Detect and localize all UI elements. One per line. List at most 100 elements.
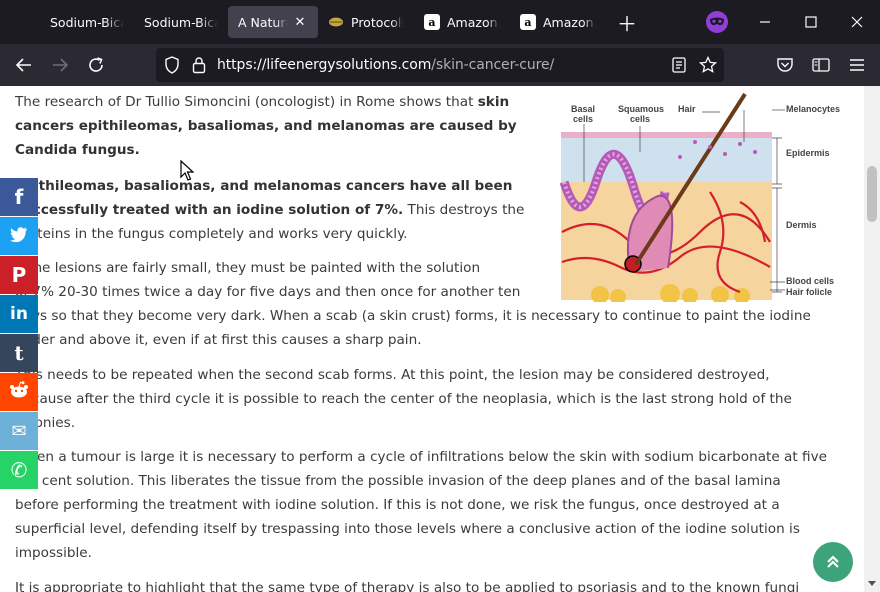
forward-arrow-icon[interactable]: [48, 53, 72, 77]
phone-icon: ✆: [10, 458, 28, 482]
maximize-icon[interactable]: [800, 11, 822, 33]
linkedin-share-button[interactable]: in: [0, 295, 38, 333]
paragraph-line: because after the third cycle it is poss…: [15, 391, 792, 407]
facebook-share-button[interactable]: f: [0, 178, 38, 216]
tab-sodium-bicarbonate-2[interactable]: Sodium-Bicar: [134, 6, 228, 38]
bold-text: Candida fungus.: [15, 142, 140, 158]
paragraph-line: cancers epithileomas, basaliomas, and me…: [15, 114, 555, 138]
label-melanocytes: Melanocytes: [786, 104, 840, 114]
bold-text: successfully treated with an iodine solu…: [15, 202, 404, 218]
pocket-icon[interactable]: [773, 53, 797, 77]
tab-amazon-2[interactable]: a Amazon.c: [510, 6, 606, 38]
paragraph-line: superficial level, defending itself by t…: [15, 521, 800, 537]
facebook-icon: f: [14, 185, 24, 209]
paragraph-2: Epithileomas, basaliomas, and melanomas …: [15, 174, 555, 246]
whatsapp-share-button[interactable]: ✆: [0, 451, 38, 489]
page-content: Basal cells Squamous cells Hair Melanocy…: [0, 86, 864, 592]
shield-icon[interactable]: [164, 56, 180, 78]
navigation-bar: https://lifeenergysolutions.com/skin-can…: [0, 44, 880, 86]
tab-label: A Natural S: [238, 14, 288, 30]
url-host: https://lifeenergysolutions.com: [217, 57, 432, 73]
paragraph-5: When a tumour is large it is necessary t…: [15, 445, 860, 565]
double-chevron-up-icon: [827, 555, 839, 568]
tab-label: Sodium-Bicar: [50, 14, 124, 30]
tab-sodium-bicarbonate-1[interactable]: Sodium-Bicar: [40, 6, 134, 38]
scrollbar-thumb[interactable]: [867, 166, 877, 222]
scrollbar-track[interactable]: [864, 86, 880, 592]
reddit-share-button[interactable]: [0, 373, 38, 411]
close-window-icon[interactable]: [846, 11, 868, 33]
url-text[interactable]: https://lifeenergysolutions.com/skin-can…: [217, 57, 554, 73]
label-squamous-cells: cells: [630, 114, 650, 124]
leaf-icon: [328, 14, 344, 30]
bold-text: skin: [477, 94, 510, 110]
lock-icon[interactable]: [192, 56, 206, 78]
label-basal: Basal: [571, 104, 595, 114]
text-run: The research of Dr Tullio Simoncini (onc…: [15, 94, 478, 110]
back-arrow-icon[interactable]: [12, 53, 36, 77]
paragraph-line: This needs to be repeated when the secon…: [15, 367, 770, 383]
paragraph-line: Candida fungus.: [15, 138, 555, 162]
label-basal-cells: cells: [573, 114, 593, 124]
paragraph-line: colonies.: [15, 415, 76, 431]
amazon-icon: a: [520, 14, 536, 30]
epidermis-layer: [561, 132, 772, 184]
paragraph-line: The research of Dr Tullio Simoncini (onc…: [15, 90, 555, 114]
menu-icon[interactable]: [845, 53, 869, 77]
reddit-icon: [8, 381, 30, 403]
minimize-icon[interactable]: [754, 11, 776, 33]
label-dermis: Dermis: [786, 220, 817, 230]
paragraph-6: It is appropriate to highlight that the …: [15, 576, 860, 592]
tab-amazon-1[interactable]: a Amazon.c: [414, 6, 510, 38]
email-icon: ✉: [11, 420, 27, 442]
paragraph-1: The research of Dr Tullio Simoncini (onc…: [15, 90, 555, 162]
paragraph-line: If the lesions are fairly small, they mu…: [15, 260, 481, 276]
paragraph-3: If the lesions are fairly small, they mu…: [15, 256, 860, 352]
paragraph-line: When a tumour is large it is necessary t…: [15, 449, 828, 465]
tab-strip: Sodium-Bicar Sodium-Bicar A Natural S ✕ …: [0, 0, 880, 44]
paragraph-line: per cent solution. This liberates the ti…: [15, 473, 781, 489]
scroll-down-arrow-icon[interactable]: [867, 580, 877, 588]
paragraph-line: successfully treated with an iodine solu…: [15, 198, 555, 222]
paragraph-line: under and above it, even if at first thi…: [15, 332, 422, 348]
paragraph-line: It is appropriate to highlight that the …: [15, 580, 800, 592]
text-run: proteins in the fungus completely and wo…: [15, 226, 408, 242]
paragraph-line: days so that they become very dark. When…: [15, 308, 811, 324]
paragraph-line: Epithileomas, basaliomas, and melanomas …: [15, 174, 555, 198]
tab-label: Protocols: [351, 14, 404, 30]
amazon-icon: a: [424, 14, 440, 30]
tab-label: Amazon.c: [447, 14, 500, 30]
address-bar[interactable]: https://lifeenergysolutions.com/skin-can…: [156, 48, 724, 82]
tab-label: Sodium-Bicar: [144, 14, 218, 30]
paragraph-4: This needs to be repeated when the secon…: [15, 363, 860, 435]
tab-strip-spacer: [0, 6, 40, 38]
bookmark-star-icon[interactable]: [698, 55, 718, 78]
tumblr-share-button[interactable]: t: [0, 334, 38, 372]
twitter-icon: [10, 226, 28, 246]
bold-text: cancers epithileomas, basaliomas, and me…: [15, 118, 517, 134]
close-tab-icon[interactable]: ✕: [292, 14, 308, 30]
label-hair: Hair: [678, 104, 696, 114]
linkedin-icon: in: [10, 304, 28, 324]
label-squamous: Squamous: [618, 104, 664, 114]
paragraph-line: impossible.: [15, 545, 92, 561]
new-tab-button[interactable]: ＋: [612, 7, 642, 37]
pinterest-share-button[interactable]: P: [0, 256, 38, 294]
email-share-button[interactable]: ✉: [0, 412, 38, 450]
label-epidermis: Epidermis: [786, 148, 830, 158]
reader-view-icon[interactable]: [672, 57, 686, 77]
reload-icon[interactable]: [84, 53, 108, 77]
paragraph-line: before performing the treatment with iod…: [15, 497, 780, 513]
back-to-top-button[interactable]: [813, 542, 853, 582]
tumblr-icon: t: [14, 341, 24, 365]
tab-a-natural-skin-cancer-cure[interactable]: A Natural S ✕: [228, 6, 318, 38]
twitter-share-button[interactable]: [0, 217, 38, 255]
bold-text: Epithileomas, basaliomas, and melanomas …: [15, 178, 513, 194]
paragraph-line: of 7% 20-30 times twice a day for five d…: [15, 284, 521, 300]
private-mask-icon: [706, 11, 728, 33]
pinterest-icon: P: [11, 263, 27, 287]
sidebar-toggle-icon[interactable]: [809, 53, 833, 77]
url-path: /skin-cancer-cure/: [431, 57, 555, 73]
text-run: This destroys the: [403, 202, 525, 218]
tab-protocols[interactable]: Protocols: [318, 6, 414, 38]
